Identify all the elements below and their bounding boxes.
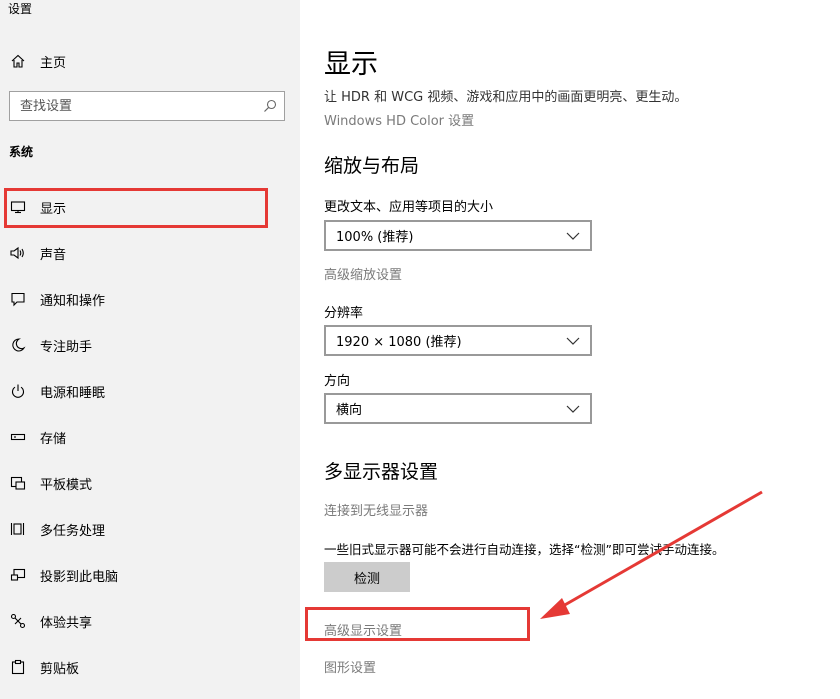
sidebar-item-clipboard[interactable]: 剪贴板 — [0, 647, 300, 687]
power-icon — [0, 383, 36, 399]
sidebar-item-shared-experiences[interactable]: 体验共享 — [0, 601, 300, 641]
orientation-dropdown-value: 横向 — [336, 403, 363, 418]
orientation-dropdown[interactable]: 横向 — [324, 393, 592, 424]
home-icon — [0, 53, 36, 69]
chevron-down-icon — [566, 335, 580, 350]
shared-experience-icon — [0, 613, 36, 629]
page-title: 显示 — [324, 49, 378, 80]
sidebar-item-home[interactable]: 主页 — [0, 41, 300, 81]
sidebar-item-label: 显示 — [40, 201, 67, 217]
sidebar-item-label: 专注助手 — [40, 339, 93, 355]
multitask-icon — [0, 521, 36, 537]
sidebar-item-label: 主页 — [40, 55, 67, 71]
resolution-dropdown[interactable]: 1920 × 1080 (推荐) — [324, 325, 592, 356]
hdr-description: 让 HDR 和 WCG 视频、游戏和应用中的画面更明亮、更生动。 — [324, 90, 688, 105]
sidebar-item-tablet-mode[interactable]: 平板模式 — [0, 463, 300, 503]
moon-icon — [0, 337, 36, 353]
sidebar-item-focus-assist[interactable]: 专注助手 — [0, 325, 300, 365]
sidebar-item-label: 存储 — [40, 431, 67, 447]
multi-display-heading: 多显示器设置 — [324, 461, 439, 483]
sidebar-item-label: 剪贴板 — [40, 661, 80, 677]
monitor-icon — [0, 199, 36, 215]
section-label-system: 系统 — [9, 145, 34, 159]
resolution-label: 分辨率 — [324, 306, 364, 321]
window-title: 设置 — [8, 2, 33, 16]
main-panel: 显示 让 HDR 和 WCG 视频、游戏和应用中的画面更明亮、更生动。 Wind… — [300, 0, 840, 699]
sidebar-item-sound[interactable]: 声音 — [0, 233, 300, 273]
detect-description: 一些旧式显示器可能不会进行自动连接，选择“检测”即可尝试手动连接。 — [324, 542, 725, 557]
advanced-display-settings-link[interactable]: 高级显示设置 — [324, 620, 402, 639]
search-box[interactable] — [9, 91, 285, 121]
wireless-display-link[interactable]: 连接到无线显示器 — [324, 500, 428, 519]
sidebar-item-multitasking[interactable]: 多任务处理 — [0, 509, 300, 549]
sidebar-item-label: 通知和操作 — [40, 293, 106, 309]
scale-dropdown[interactable]: 100% (推荐) — [324, 220, 592, 251]
sidebar-item-label: 体验共享 — [40, 615, 93, 631]
resolution-dropdown-value: 1920 × 1080 (推荐) — [336, 335, 462, 350]
tablet-mode-icon — [0, 475, 36, 491]
sidebar: 设置 主页 系统 显示 声音 通知和操作 专注助手 — [0, 0, 300, 699]
sidebar-item-label: 声音 — [40, 247, 67, 263]
search-icon[interactable] — [262, 98, 278, 118]
chevron-down-icon — [566, 403, 580, 418]
graphics-settings-link[interactable]: 图形设置 — [324, 657, 376, 676]
storage-icon — [0, 429, 36, 445]
speaker-icon — [0, 245, 36, 261]
chevron-down-icon — [566, 230, 580, 245]
hdr-settings-link[interactable]: Windows HD Color 设置 — [324, 110, 474, 129]
detect-button[interactable]: 检测 — [324, 562, 410, 592]
sidebar-item-display[interactable]: 显示 — [0, 187, 300, 227]
sidebar-item-label: 投影到此电脑 — [40, 569, 119, 585]
scale-label: 更改文本、应用等项目的大小 — [324, 200, 494, 215]
project-icon — [0, 567, 36, 583]
sidebar-item-storage[interactable]: 存储 — [0, 417, 300, 457]
sidebar-item-label: 电源和睡眠 — [40, 385, 106, 401]
orientation-label: 方向 — [324, 374, 351, 389]
clipboard-icon — [0, 659, 36, 675]
sidebar-item-power[interactable]: 电源和睡眠 — [0, 371, 300, 411]
search-input[interactable] — [20, 98, 250, 114]
sidebar-item-label: 平板模式 — [40, 477, 93, 493]
notification-icon — [0, 291, 36, 307]
advanced-scaling-link[interactable]: 高级缩放设置 — [324, 264, 402, 283]
sidebar-item-project[interactable]: 投影到此电脑 — [0, 555, 300, 595]
sidebar-item-notifications[interactable]: 通知和操作 — [0, 279, 300, 319]
sidebar-item-label: 多任务处理 — [40, 523, 106, 539]
scale-layout-heading: 缩放与布局 — [324, 155, 420, 177]
scale-dropdown-value: 100% (推荐) — [336, 230, 414, 245]
